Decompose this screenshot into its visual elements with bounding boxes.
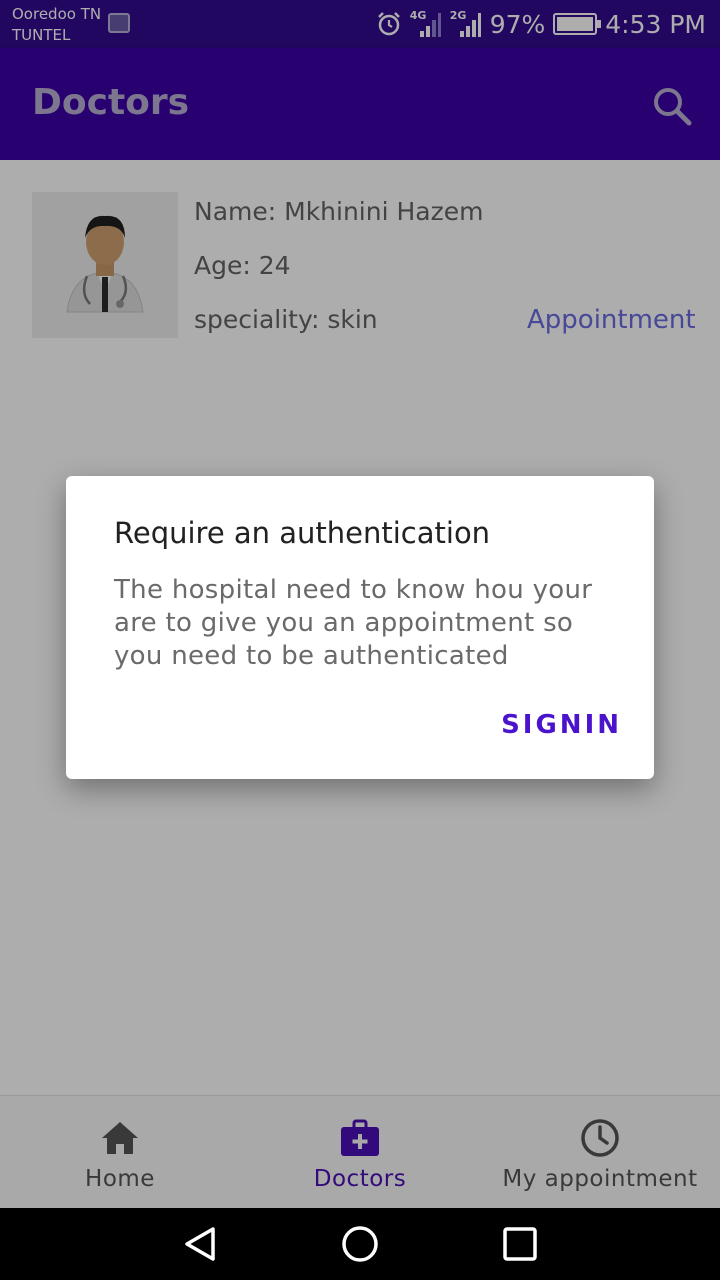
- back-icon[interactable]: [180, 1224, 220, 1264]
- system-navigation-bar: [0, 1208, 720, 1280]
- dialog-title: Require an authentication: [114, 516, 491, 550]
- auth-dialog: Require an authentication The hospital n…: [66, 476, 654, 779]
- signin-button[interactable]: SIGNIN: [501, 710, 622, 740]
- home-circle-icon[interactable]: [340, 1224, 380, 1264]
- dialog-message: The hospital need to know hou your are t…: [114, 575, 593, 671]
- recents-icon[interactable]: [500, 1224, 540, 1264]
